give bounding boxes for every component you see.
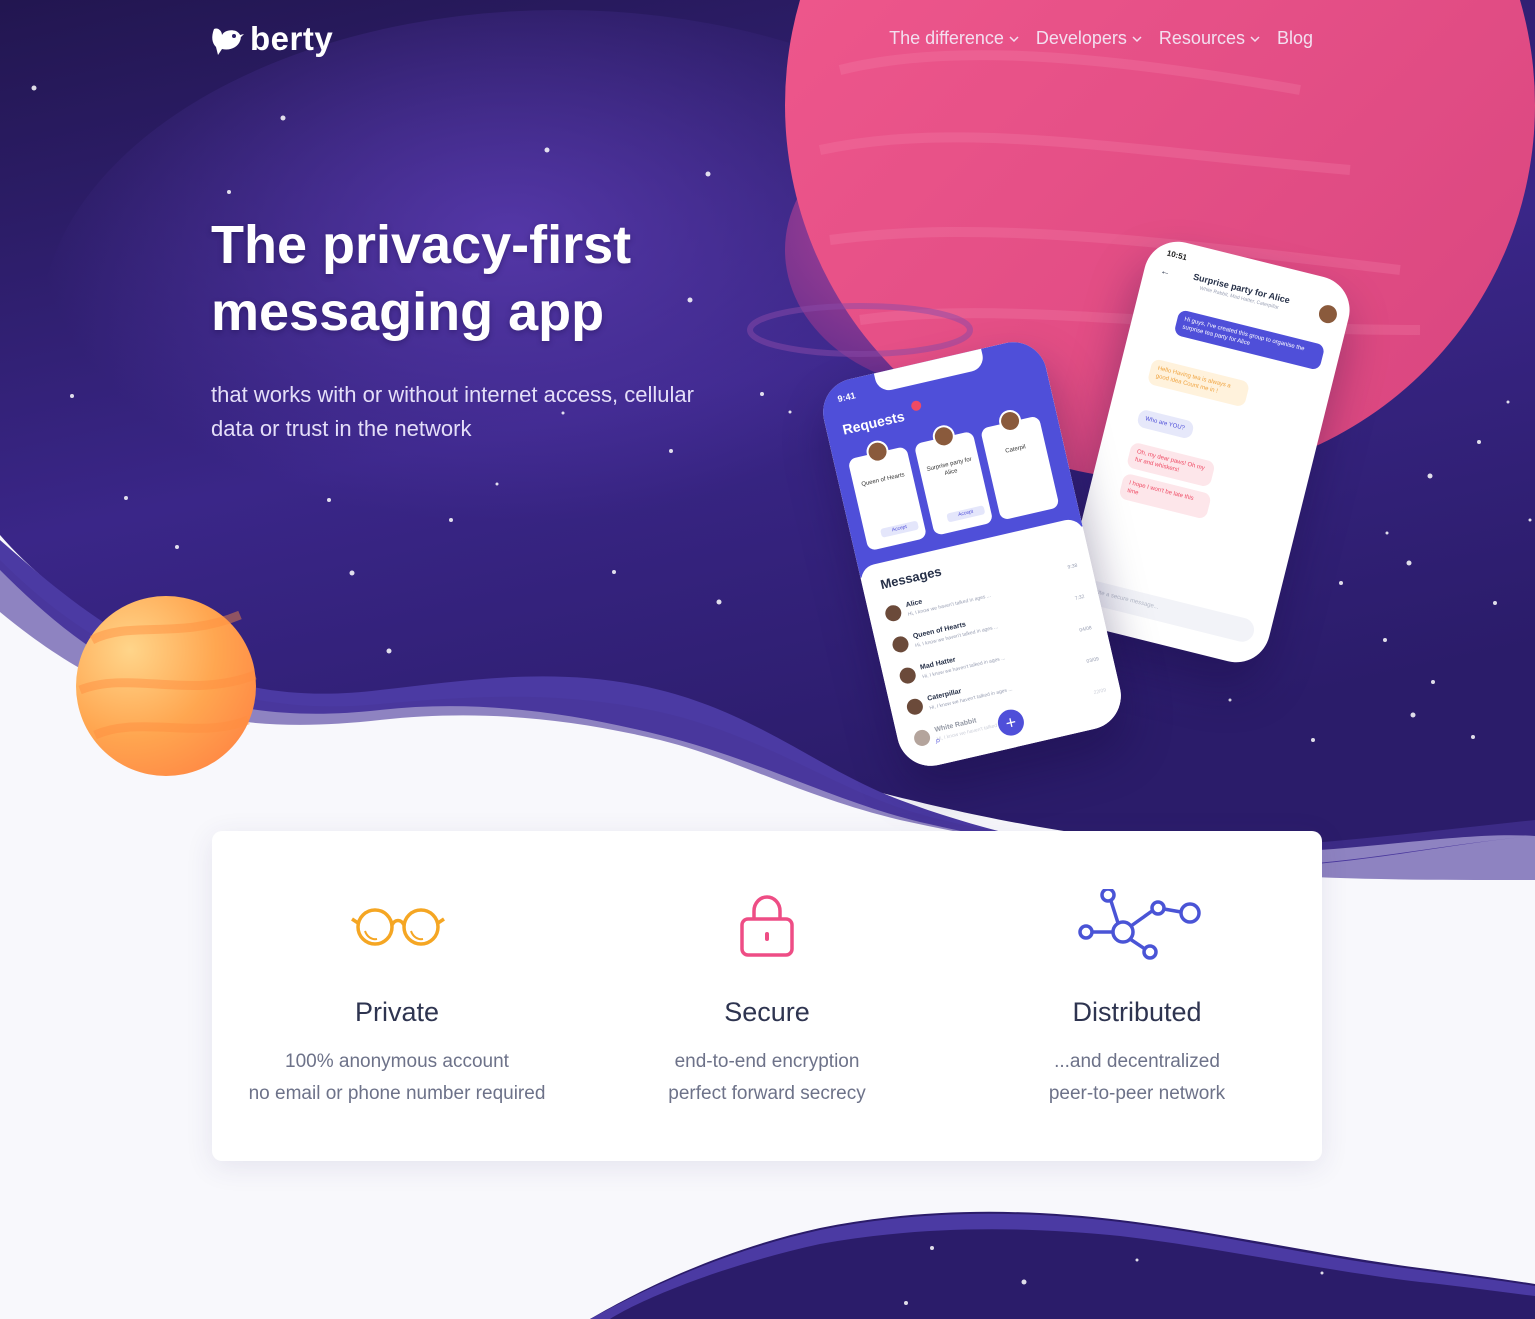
feature-title: Secure <box>724 997 810 1027</box>
avatar <box>898 665 918 686</box>
hero-subtitle: that works with or without internet acce… <box>211 378 771 446</box>
conversation-time: 7:32 <box>1074 593 1086 602</box>
conversation-time: 03/09 <box>1086 656 1100 665</box>
chevron-down-icon <box>1250 35 1260 42</box>
nav-item-blog[interactable]: Blog <box>1277 28 1313 49</box>
avatar <box>912 728 932 748</box>
conversation-name: Alice <box>905 598 924 610</box>
chevron-down-icon <box>1132 35 1142 42</box>
network-icon <box>1078 889 1201 960</box>
feature-line-1: ...and decentralized <box>1054 1051 1220 1072</box>
chevron-down-icon <box>1009 35 1019 42</box>
hero-subtitle-line-2: data or trust in the network <box>211 416 472 441</box>
main-nav: The difference Developers Resources Blog <box>889 28 1313 49</box>
feature-line-2: no email or phone number required <box>248 1083 546 1104</box>
brand-logo[interactable]: berty <box>210 20 333 58</box>
status-time: 10:51 <box>1165 248 1188 263</box>
conversation-time: 22/09 <box>1093 687 1107 697</box>
avatar <box>890 634 911 654</box>
feature-line-1: end-to-end encryption <box>674 1051 860 1072</box>
nav-item-resources[interactable]: Resources <box>1159 28 1261 49</box>
hero-title-line-1: The privacy-first <box>211 215 632 275</box>
nav-item-developers[interactable]: Developers <box>1036 28 1143 49</box>
hero-title-line-2: messaging app <box>211 282 605 342</box>
hero-subtitle-line-1: that works with or without internet acce… <box>211 382 694 407</box>
request-name: Queen of Hearts <box>860 472 906 488</box>
hero-title: The privacy-first messaging app <box>211 212 771 346</box>
glasses-icon <box>351 908 445 946</box>
feature-title: Distributed <box>1072 997 1202 1027</box>
avatar <box>905 697 925 717</box>
brand-name: berty <box>250 20 334 57</box>
avatar <box>883 603 903 623</box>
chat-bubble: Hi guys, I've created this group to orga… <box>1173 309 1326 371</box>
feature-distributed: Distributed ...and decentralized peer-to… <box>952 831 1322 1161</box>
features-card: Private 100% anonymous account no email … <box>212 831 1322 1161</box>
conversation-time: 9:38 <box>1067 562 1078 571</box>
nav-item-label: Resources <box>1158 28 1245 48</box>
feature-line-2: perfect forward secrecy <box>668 1083 866 1104</box>
messages-label: Messages <box>878 563 943 593</box>
conversation-time: 04/08 <box>1078 625 1093 634</box>
accept-button: Accept <box>880 520 920 538</box>
nav-item-the-difference[interactable]: The difference <box>889 28 1020 49</box>
feature-private: Private 100% anonymous account no email … <box>212 831 582 1161</box>
back-arrow-icon: ← <box>1159 265 1172 279</box>
request-name: Surprise party for Alice <box>926 456 973 477</box>
lock-icon <box>740 895 794 957</box>
bird-logo-icon <box>212 28 244 55</box>
feature-line-1: 100% anonymous account <box>285 1051 509 1072</box>
nav-item-label: Developers <box>1035 28 1127 48</box>
chat-bubble: Hello Having tea is always a good idea C… <box>1146 358 1251 408</box>
feature-line-2: peer-to-peer network <box>1048 1083 1226 1104</box>
feature-secure: Secure end-to-end encryption perfect for… <box>582 831 952 1161</box>
avatar <box>1317 303 1339 326</box>
nav-item-label: Blog <box>1276 28 1313 48</box>
chat-bubble: Who are YOU? <box>1136 408 1195 440</box>
request-name: Caterpil <box>1004 444 1027 455</box>
nav-item-label: The difference <box>889 28 1004 48</box>
accept-button: Accept <box>946 505 986 523</box>
feature-title: Private <box>354 997 440 1027</box>
